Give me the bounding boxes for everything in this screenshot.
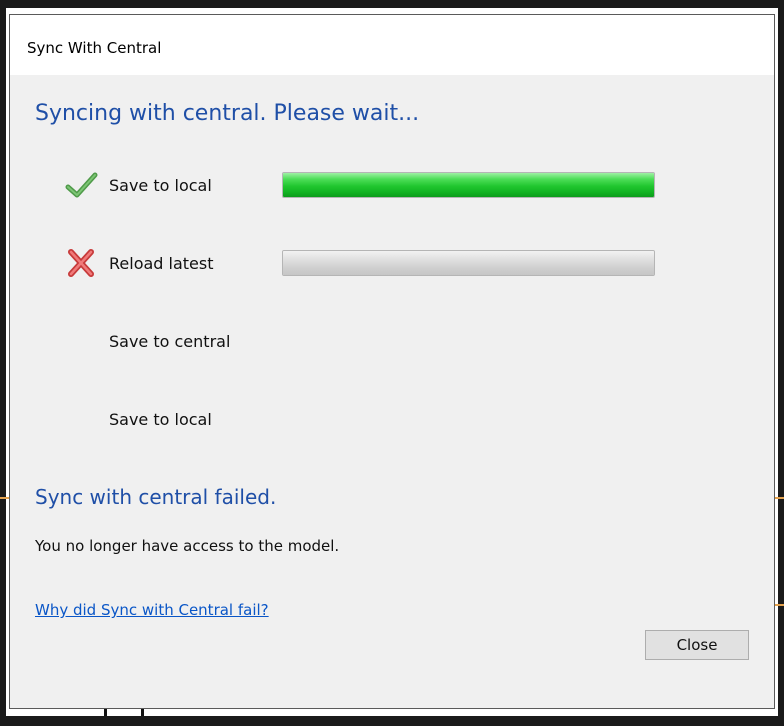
help-link[interactable]: Why did Sync with Central fail? <box>35 601 269 619</box>
background-window-edge-bottom <box>0 716 784 726</box>
background-window-edge-right <box>778 0 784 726</box>
close-button[interactable]: Close <box>645 630 749 660</box>
step-label: Save to central <box>109 332 231 351</box>
background-canvas-line <box>0 497 9 499</box>
failure-message: You no longer have access to the model. <box>35 537 340 555</box>
background-window-edge-left <box>0 0 6 726</box>
step-save-to-central: Save to central <box>10 326 774 356</box>
progress-heading: Syncing with central. Please wait... <box>35 101 420 126</box>
progress-fill <box>283 251 654 275</box>
failure-heading: Sync with central failed. <box>35 485 277 509</box>
step-label: Save to local <box>109 176 212 195</box>
step-reload-latest: Reload latest <box>10 248 774 278</box>
progress-fill <box>283 173 654 197</box>
error-x-icon <box>65 248 99 278</box>
step-label: Reload latest <box>109 254 214 273</box>
background-canvas-line <box>775 497 784 499</box>
sync-with-central-dialog: Sync With Central Syncing with central. … <box>9 14 775 709</box>
background-canvas-line <box>775 604 784 606</box>
step-label: Save to local <box>109 410 212 429</box>
progress-bar <box>282 250 655 276</box>
step-save-to-local-final: Save to local <box>10 404 774 434</box>
checkmark-icon <box>65 170 99 200</box>
background-window-edge-top <box>0 0 784 8</box>
dialog-titlebar[interactable]: Sync With Central <box>10 15 774 75</box>
dialog-title: Sync With Central <box>27 39 162 57</box>
step-save-to-local: Save to local <box>10 170 774 200</box>
progress-bar <box>282 172 655 198</box>
